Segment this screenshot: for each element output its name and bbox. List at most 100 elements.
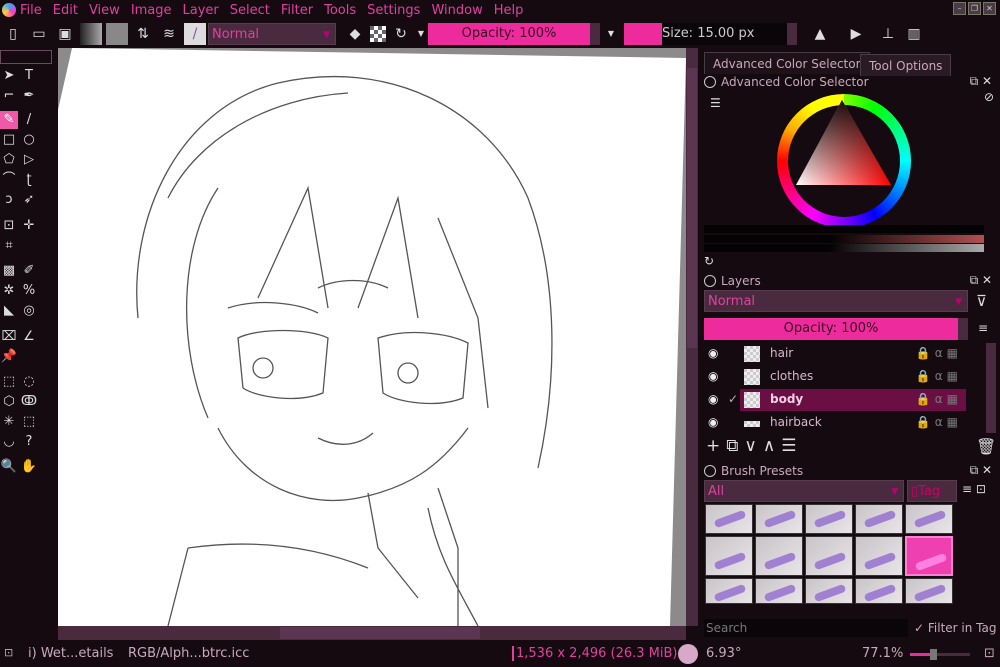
select-shapes-tool-icon[interactable]: ➤ — [0, 67, 18, 85]
brush-preset-thumbnail[interactable] — [705, 504, 753, 534]
layer-row-body[interactable]: ◉ ✓ body 🔒α▦ — [704, 389, 966, 411]
brush-tag-filter-select[interactable]: All ▼ — [704, 480, 904, 502]
smart-patch-tool-icon[interactable]: % — [20, 282, 38, 300]
tab-tool-options[interactable]: Tool Options — [860, 54, 952, 76]
lock-icon[interactable] — [704, 465, 716, 477]
similar-select-tool-icon[interactable]: ⬚ — [20, 413, 38, 431]
lock-icon[interactable] — [704, 275, 716, 287]
dock-float-close-icon[interactable]: ⧉ ✕ — [970, 74, 992, 89]
tab-advanced-color-selector[interactable]: Advanced Color Selector — [704, 52, 870, 74]
layer-menu-icon[interactable]: ≡ — [978, 321, 988, 335]
brush-preset-thumbnail[interactable] — [805, 536, 853, 576]
color-picker-tool-icon[interactable]: ✐ — [20, 262, 38, 280]
wrap-around-icon[interactable]: ⊥ — [877, 23, 899, 45]
menu-view[interactable]: View — [89, 3, 120, 18]
swap-colors-icon[interactable]: ⇅ — [132, 23, 154, 45]
rect-select-tool-icon[interactable]: ⬚ — [0, 373, 18, 391]
layer-blend-mode-select[interactable]: Normal ▼ — [704, 290, 968, 312]
lock-icon[interactable] — [704, 76, 716, 88]
line-tool-icon[interactable]: / — [20, 111, 38, 129]
vertical-scrollbar[interactable] — [686, 48, 698, 626]
brush-preset-thumbnail[interactable] — [755, 578, 803, 604]
add-layer-icon[interactable]: + — [706, 436, 726, 456]
chevron-down-icon[interactable]: ▼ — [416, 23, 426, 45]
text-tool-icon[interactable]: T — [20, 67, 38, 85]
canvas[interactable] — [58, 48, 686, 626]
polyline-tool-icon[interactable]: ▷ — [20, 151, 38, 169]
rotation-dial[interactable] — [678, 644, 698, 664]
brush-search-input[interactable]: Search — [704, 619, 908, 637]
pan-tool-icon[interactable]: ✋ — [20, 458, 38, 476]
open-document-icon[interactable]: ▭ — [28, 23, 50, 45]
duplicate-layer-icon[interactable]: ⧉ — [726, 436, 744, 456]
color-history-bar[interactable] — [704, 225, 984, 233]
brush-preset-thumbnail[interactable] — [805, 578, 853, 604]
ellipse-tool-icon[interactable]: ○ — [20, 131, 38, 149]
close-icon[interactable]: ✕ — [983, 2, 996, 15]
fill-tool-icon[interactable]: ◣ — [0, 302, 18, 320]
brush-preset-icon[interactable]: / — [184, 23, 206, 45]
pattern-icon[interactable] — [106, 23, 128, 45]
rectangle-tool-icon[interactable]: □ — [0, 131, 18, 149]
measure-tool-icon[interactable]: ∠ — [20, 328, 38, 346]
edit-shapes-tool-icon[interactable]: ⌐ — [0, 87, 18, 105]
size-spinner[interactable] — [787, 23, 797, 45]
eye-icon[interactable]: ◉ — [708, 346, 718, 360]
ellipse-select-tool-icon[interactable]: ◌ — [20, 373, 38, 391]
menu-help[interactable]: Help — [494, 3, 524, 18]
freehand-brush-tool-icon[interactable]: ✎ — [0, 111, 18, 129]
brush-preset-thumbnail[interactable] — [905, 504, 953, 534]
dock-float-close-icon[interactable]: ⧉ ✕ — [970, 273, 992, 288]
toolbox-filter[interactable] — [0, 50, 52, 64]
dock-float-close-icon[interactable]: ⧉ ✕ — [970, 463, 992, 478]
refresh-icon[interactable]: ↻ — [704, 254, 714, 268]
saturation-value-triangle[interactable] — [796, 100, 892, 190]
brush-menu-icon[interactable]: ≡ ⊡ — [962, 482, 986, 496]
bezier-tool-icon[interactable]: ⌒ — [0, 171, 18, 189]
move-tool-icon[interactable]: ✛ — [20, 217, 38, 235]
save-icon[interactable]: ▣ — [54, 23, 76, 45]
mirror-horizontal-icon[interactable]: ▲ — [809, 23, 831, 45]
mirror-vertical-icon[interactable]: ▶ — [845, 23, 867, 45]
gradient-icon[interactable] — [80, 23, 102, 45]
eye-icon[interactable]: ◉ — [708, 415, 718, 429]
gradient-tool-icon[interactable]: ▩ — [0, 262, 18, 280]
brush-preset-thumbnail[interactable] — [905, 578, 953, 604]
freehand-path-tool-icon[interactable]: ʈ — [20, 171, 38, 189]
layer-lock-alpha-icons[interactable]: 🔒α▦ — [916, 415, 962, 429]
magnetic-select-tool-icon[interactable]: ? — [20, 433, 38, 451]
tag-button[interactable]: ▯Tag — [907, 480, 957, 502]
drawing-canvas[interactable] — [58, 48, 686, 626]
polygon-select-tool-icon[interactable]: ⬡ — [0, 393, 18, 411]
size-slider-fill[interactable] — [624, 23, 662, 45]
color-shade-bar-gray[interactable] — [704, 244, 984, 252]
color-settings-icon[interactable]: ☰ — [710, 96, 721, 110]
eraser-icon[interactable]: ◆ — [344, 23, 366, 45]
chevron-down-icon[interactable]: ▼ — [606, 23, 616, 45]
filter-in-tag-checkbox[interactable]: ✓ Filter in Tag — [914, 621, 996, 635]
polygon-tool-icon[interactable]: ⬠ — [0, 151, 18, 169]
layer-row-clothes[interactable]: ◉ clothes 🔒α▦ — [704, 366, 966, 388]
menu-filter[interactable]: Filter — [281, 3, 313, 18]
opacity-slider[interactable]: Opacity: 100% — [428, 23, 590, 45]
delete-layer-icon[interactable]: 🗑 — [976, 437, 996, 456]
calligraphy-tool-icon[interactable]: ✒ — [20, 87, 38, 105]
size-slider[interactable]: Size: 15.00 px — [662, 23, 787, 45]
reload-preset-icon[interactable]: ↻ — [390, 23, 412, 45]
no-icon[interactable]: ⊘ — [984, 90, 994, 104]
menu-settings[interactable]: Settings — [367, 3, 420, 18]
contiguous-select-tool-icon[interactable]: ✳ — [0, 413, 18, 431]
menu-image[interactable]: Image — [131, 3, 172, 18]
display-icon[interactable]: ⊡ — [984, 646, 995, 661]
eye-icon[interactable]: ◉ — [708, 369, 718, 383]
dynamic-brush-tool-icon[interactable]: ↄ — [0, 191, 18, 209]
move-layer-down-icon[interactable]: ∨ — [744, 436, 762, 456]
brush-preset-thumbnail[interactable] — [755, 504, 803, 534]
brush-preset-thumbnail[interactable] — [755, 536, 803, 576]
layer-lock-alpha-icons[interactable]: 🔒α▦ — [916, 369, 962, 383]
menu-window[interactable]: Window — [431, 3, 482, 18]
layer-row-hairback[interactable]: ◉ hairback 🔒α▦ — [704, 412, 966, 434]
horizontal-scrollbar[interactable] — [58, 626, 686, 640]
assistant-tool-icon[interactable]: ⌧ — [0, 328, 18, 346]
brush-preset-thumbnail[interactable] — [805, 504, 853, 534]
